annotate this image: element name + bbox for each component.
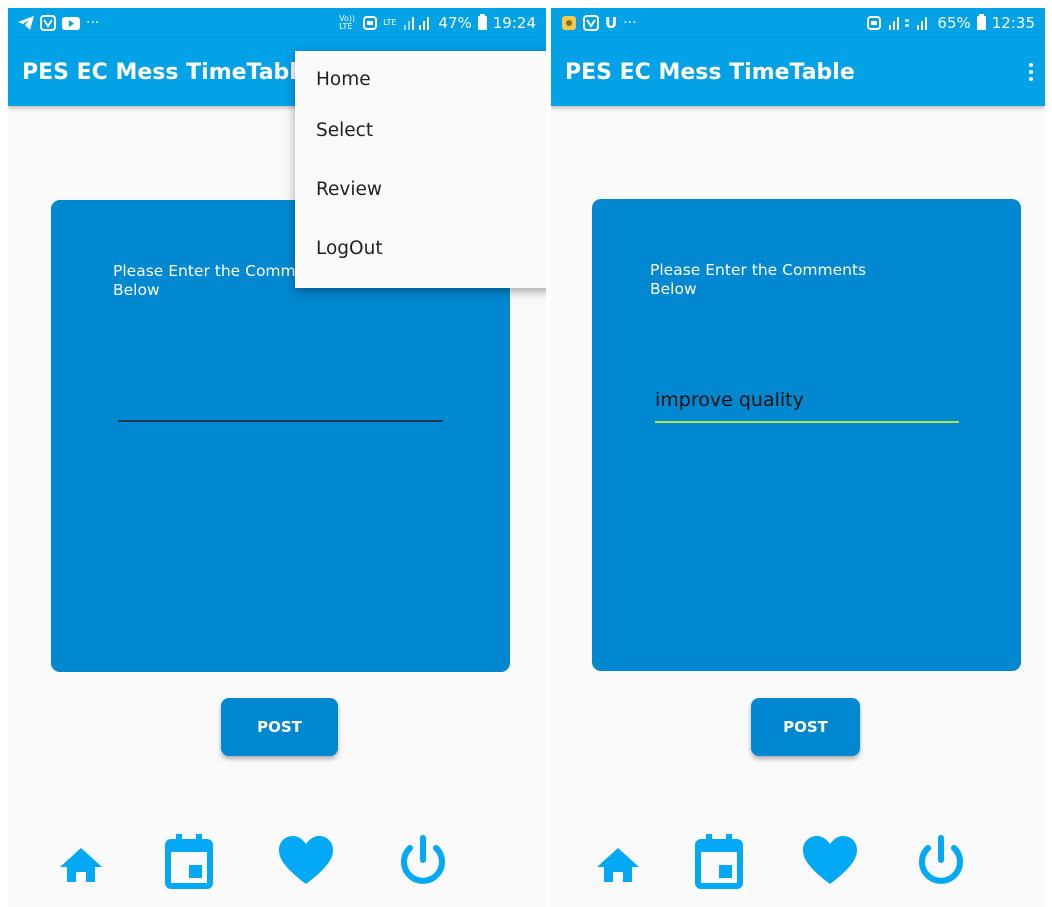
lte-label: LTE	[383, 18, 397, 27]
home-icon[interactable]	[587, 830, 649, 892]
battery-icon	[477, 14, 487, 30]
status-bar: ··· Vo)) LTE LTE 47% 19:24	[8, 8, 546, 38]
menu-item-select[interactable]: Select	[295, 101, 546, 160]
clock: 12:35	[991, 14, 1035, 32]
heart-icon[interactable]	[799, 830, 861, 892]
status-bar-right: Vo)) LTE LTE 47% 19:24	[339, 14, 536, 32]
signal-icon	[404, 17, 430, 30]
menu-item-logout[interactable]: LogOut	[295, 219, 546, 278]
calendar-icon[interactable]	[688, 830, 750, 892]
app-title: PES EC Mess TimeTable	[565, 59, 855, 85]
youtube-icon	[62, 16, 80, 30]
post-button[interactable]: POST	[221, 698, 338, 756]
comment-input[interactable]	[118, 386, 443, 422]
overflow-menu: Home Select Review LogOut	[295, 51, 546, 288]
status-bar: U ··· 65% 12:35	[551, 8, 1045, 38]
status-bar-left: U ···	[561, 15, 637, 31]
app-icon	[583, 15, 599, 31]
app-bar: PES EC Mess TimeTable	[551, 38, 1045, 106]
menu-item-home[interactable]: Home	[295, 61, 546, 101]
comment-prompt: Please Enter the Comments Below	[650, 261, 867, 298]
sim-icon	[363, 16, 378, 30]
status-bar-right: 65% 12:35	[867, 14, 1035, 32]
home-icon[interactable]	[50, 830, 112, 892]
app-icon	[40, 15, 56, 31]
comment-input[interactable]	[655, 379, 959, 423]
heart-icon[interactable]	[275, 830, 337, 892]
battery-icon	[976, 14, 986, 30]
menu-item-review[interactable]: Review	[295, 160, 546, 219]
u-icon: U	[605, 13, 618, 32]
app-title: PES EC Mess TimeTable	[22, 59, 312, 85]
volte-label: Vo)) LTE	[339, 14, 356, 31]
status-bar-left: ···	[18, 15, 99, 31]
battery-percent: 47%	[438, 14, 472, 32]
right-screen: U ··· 65% 12:35 PES EC Mess TimeTable Pl…	[551, 8, 1045, 907]
calendar-icon[interactable]	[158, 830, 220, 892]
power-icon[interactable]	[392, 830, 454, 892]
left-screen: ··· Vo)) LTE LTE 47% 19:24 PES EC Mess T…	[8, 8, 546, 907]
more-icon: ···	[86, 15, 100, 31]
comment-card: Please Enter the Comments Below	[592, 199, 1021, 671]
post-button[interactable]: POST	[751, 698, 860, 756]
battery-percent: 65%	[937, 14, 971, 32]
telegram-icon	[18, 16, 34, 30]
clock: 19:24	[492, 14, 536, 32]
sim-icon	[867, 16, 882, 30]
signal-icon	[889, 17, 928, 30]
more-icon: ···	[623, 15, 637, 31]
app-icon	[562, 16, 576, 30]
power-icon[interactable]	[910, 830, 972, 892]
more-vert-icon[interactable]	[1023, 60, 1039, 84]
